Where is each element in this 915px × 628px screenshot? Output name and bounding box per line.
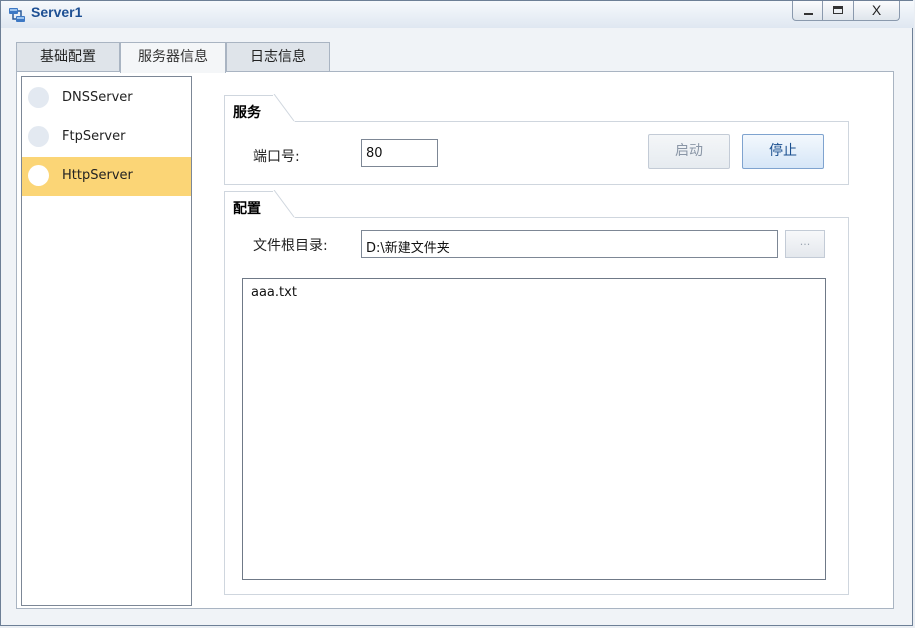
- server-type-list: DNSServer FtpServer HttpServer: [21, 76, 192, 606]
- sidebar-item-label: HttpServer: [62, 168, 133, 183]
- start-button[interactable]: 启动: [648, 134, 730, 169]
- config-group-label: 配置: [233, 201, 261, 217]
- root-dir-input[interactable]: D:\新建文件夹: [361, 230, 778, 258]
- sidebar-item-dnsserver[interactable]: DNSServer: [22, 79, 191, 118]
- group-tab-edge: [273, 190, 295, 218]
- service-group-label: 服务: [233, 105, 261, 121]
- minimize-button[interactable]: [792, 1, 823, 21]
- sidebar-item-httpserver[interactable]: HttpServer: [22, 157, 191, 196]
- status-dot-icon: [28, 87, 49, 108]
- root-dir-label: 文件根目录:: [253, 238, 328, 254]
- sidebar-item-ftpserver[interactable]: FtpServer: [22, 118, 191, 157]
- group-tab-edge: [273, 94, 295, 122]
- tab-log-info[interactable]: 日志信息: [226, 42, 330, 72]
- browse-button[interactable]: ...: [785, 230, 825, 258]
- port-label: 端口号:: [253, 149, 300, 165]
- sidebar-item-label: DNSServer: [62, 90, 133, 105]
- list-item[interactable]: aaa.txt: [251, 285, 297, 300]
- status-dot-icon: [28, 126, 49, 147]
- sidebar-item-label: FtpServer: [62, 129, 126, 144]
- window-controls: X: [792, 1, 900, 23]
- server-info-panel: DNSServer FtpServer HttpServer 服务 端口号: 8…: [16, 71, 894, 609]
- stop-button[interactable]: 停止: [742, 134, 824, 169]
- close-icon: X: [871, 2, 882, 18]
- minimize-icon: [804, 13, 813, 15]
- tab-basic-config[interactable]: 基础配置: [16, 42, 120, 72]
- maximize-button[interactable]: [823, 1, 854, 21]
- status-dot-icon: [28, 165, 49, 186]
- title-bar[interactable]: Server1 X: [1, 1, 914, 28]
- maximize-icon: [833, 6, 843, 14]
- server-window: Server1 X 基础配置 服务器信息 日志信息 DNSServer FtpS…: [0, 0, 914, 626]
- port-input[interactable]: 80: [361, 139, 438, 167]
- tab-server-info[interactable]: 服务器信息: [120, 42, 226, 73]
- config-group-title: 配置: [224, 191, 274, 219]
- service-group-title: 服务: [224, 95, 274, 123]
- close-button[interactable]: X: [854, 1, 900, 21]
- window-title: Server1: [31, 4, 83, 20]
- file-list[interactable]: aaa.txt: [242, 278, 826, 580]
- server-app-icon: [9, 8, 25, 22]
